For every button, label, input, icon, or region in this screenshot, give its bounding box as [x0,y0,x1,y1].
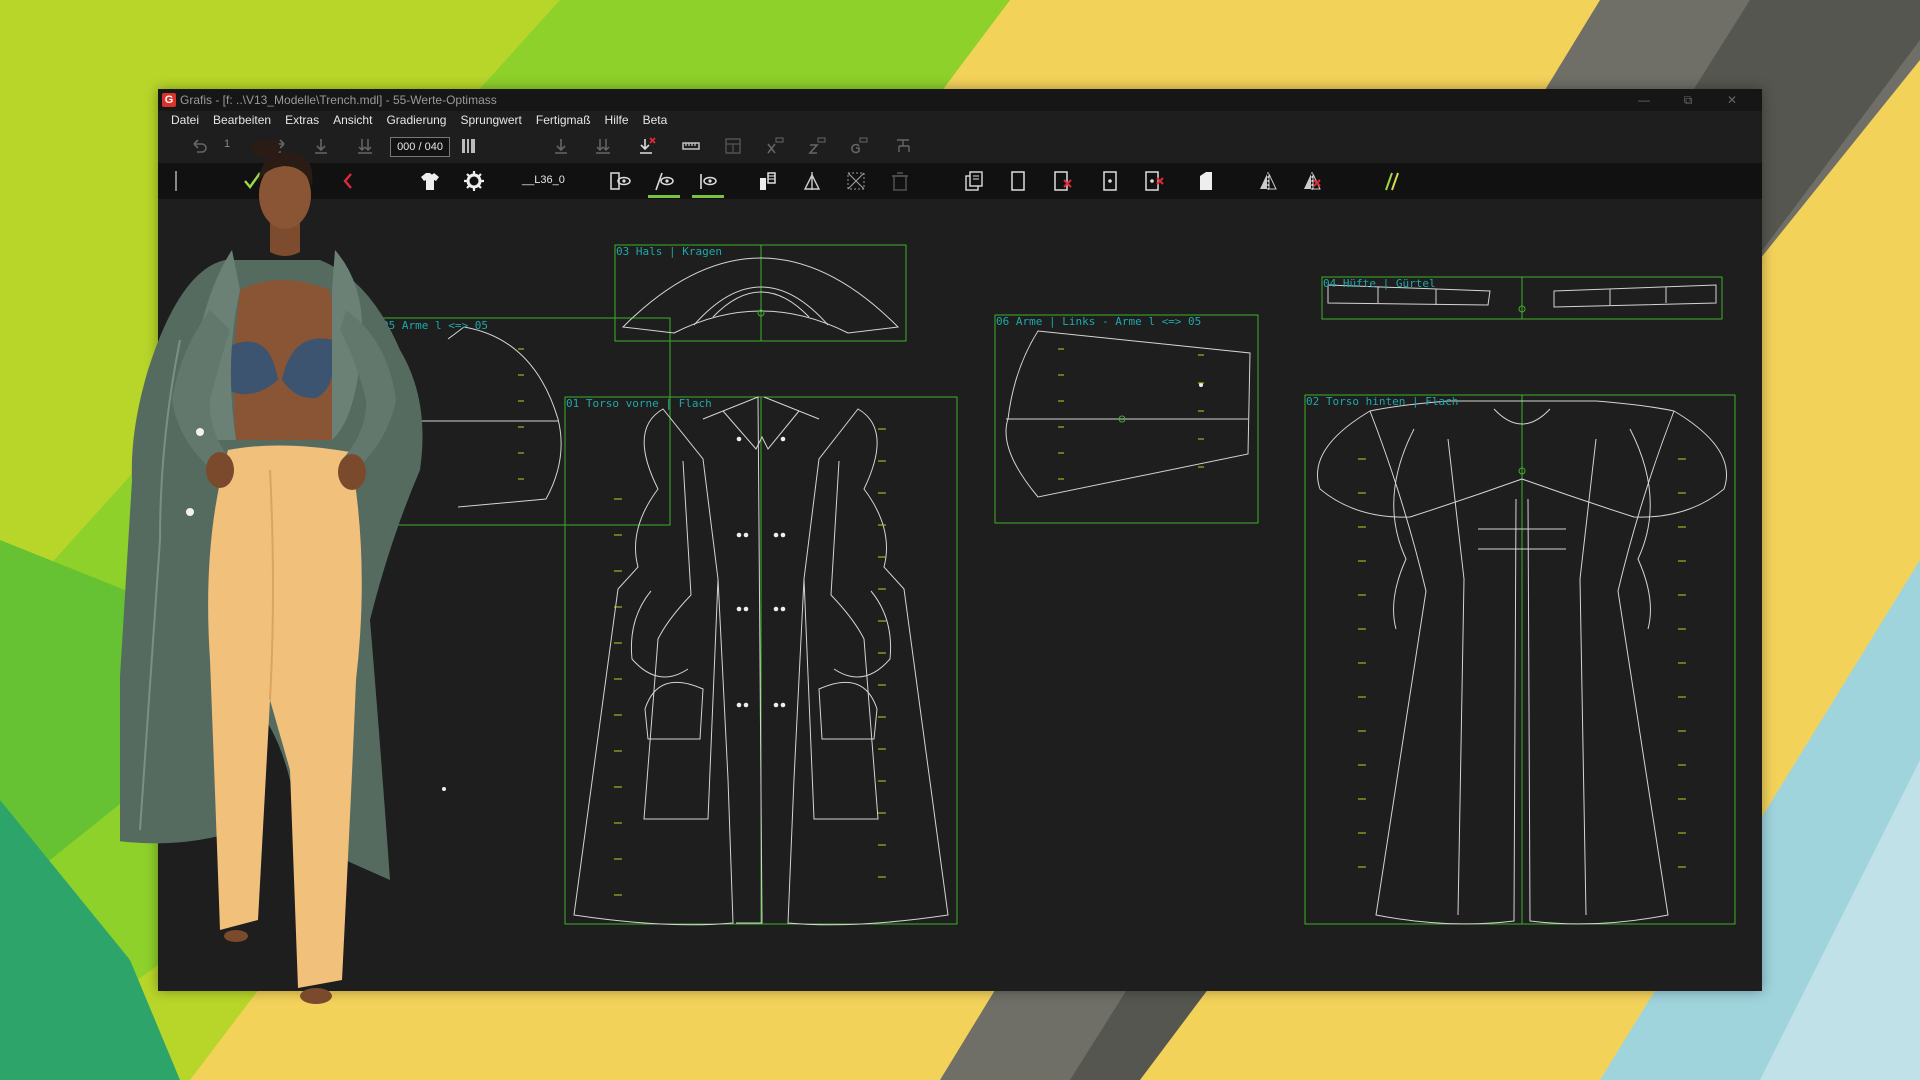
grid-icon[interactable] [844,170,868,192]
tree-icon[interactable] [892,136,914,156]
point-page-icon[interactable] [1098,170,1122,192]
piece-label-06[interactable]: 06 Arme | Links - Arme l <=> 05 [996,315,1201,328]
minimize-button[interactable]: — [1622,89,1666,111]
menu-bearbeiten[interactable]: Bearbeiten [206,113,278,127]
menu-sprungwert[interactable]: Sprungwert [453,113,528,127]
blank-page-icon[interactable] [1006,170,1030,192]
menu-beta[interactable]: Beta [636,113,675,127]
delete-step-icon[interactable] [636,136,658,156]
piece-frame-02 [1304,394,1736,925]
down-icon[interactable] [550,136,572,156]
piece-label-01[interactable]: 01 Torso vorne | Flach [566,397,712,410]
delete-point-icon[interactable] [1142,170,1166,192]
menu-datei[interactable]: Datei [164,113,206,127]
fold-icon[interactable] [1194,170,1218,192]
mirror-piece-icon[interactable] [1256,170,1280,192]
close-button[interactable]: ✕ [1710,89,1754,111]
double-down-icon[interactable] [592,136,614,156]
draw-eye-icon[interactable] [648,170,680,198]
title-bar: G Grafis - [f: ..\V13_Modelle\Trench.mdl… [158,89,1762,111]
menu-extras[interactable]: Extras [278,113,326,127]
x-value-icon[interactable] [764,136,786,156]
menu-bar: Datei Bearbeiten Extras Ansicht Gradieru… [158,111,1762,129]
restore-button[interactable]: ⧉ [1666,89,1710,111]
menu-gradierung[interactable]: Gradierung [379,113,453,127]
menu-hilfe[interactable]: Hilfe [598,113,636,127]
window-title: Grafis - [f: ..\V13_Modelle\Trench.mdl] … [180,93,497,107]
view-eye-icon[interactable] [608,170,632,192]
menu-ansicht[interactable]: Ansicht [326,113,379,127]
model-figure-image [120,140,423,1004]
app-logo-icon: G [162,93,176,107]
settings-icon[interactable] [462,170,486,192]
piece-label-03[interactable]: 03 Hals | Kragen [616,245,722,258]
g-value-icon[interactable] [848,136,870,156]
measure-pen-icon[interactable] [1380,170,1404,192]
size-label[interactable]: __L36_0 [522,174,565,186]
bars-icon[interactable] [458,136,480,156]
mirror-delete-icon[interactable] [1300,170,1324,192]
z-value-icon[interactable] [806,136,828,156]
piece-label-04[interactable]: 04 Hüfte | Gürtel [1323,277,1436,290]
mirror-icon[interactable] [800,170,824,192]
copy-page-icon[interactable] [962,170,986,192]
piece-label-02[interactable]: 02 Torso hinten | Flach [1306,395,1458,408]
stack-icon[interactable] [756,170,780,192]
menu-fertigmass[interactable]: Fertigmaß [529,113,598,127]
delete-page-icon[interactable] [1050,170,1074,192]
trash-icon[interactable] [888,170,912,192]
pin-eye-icon[interactable] [692,170,724,198]
ruler-icon[interactable] [680,136,702,156]
frame-icon[interactable] [722,136,744,156]
